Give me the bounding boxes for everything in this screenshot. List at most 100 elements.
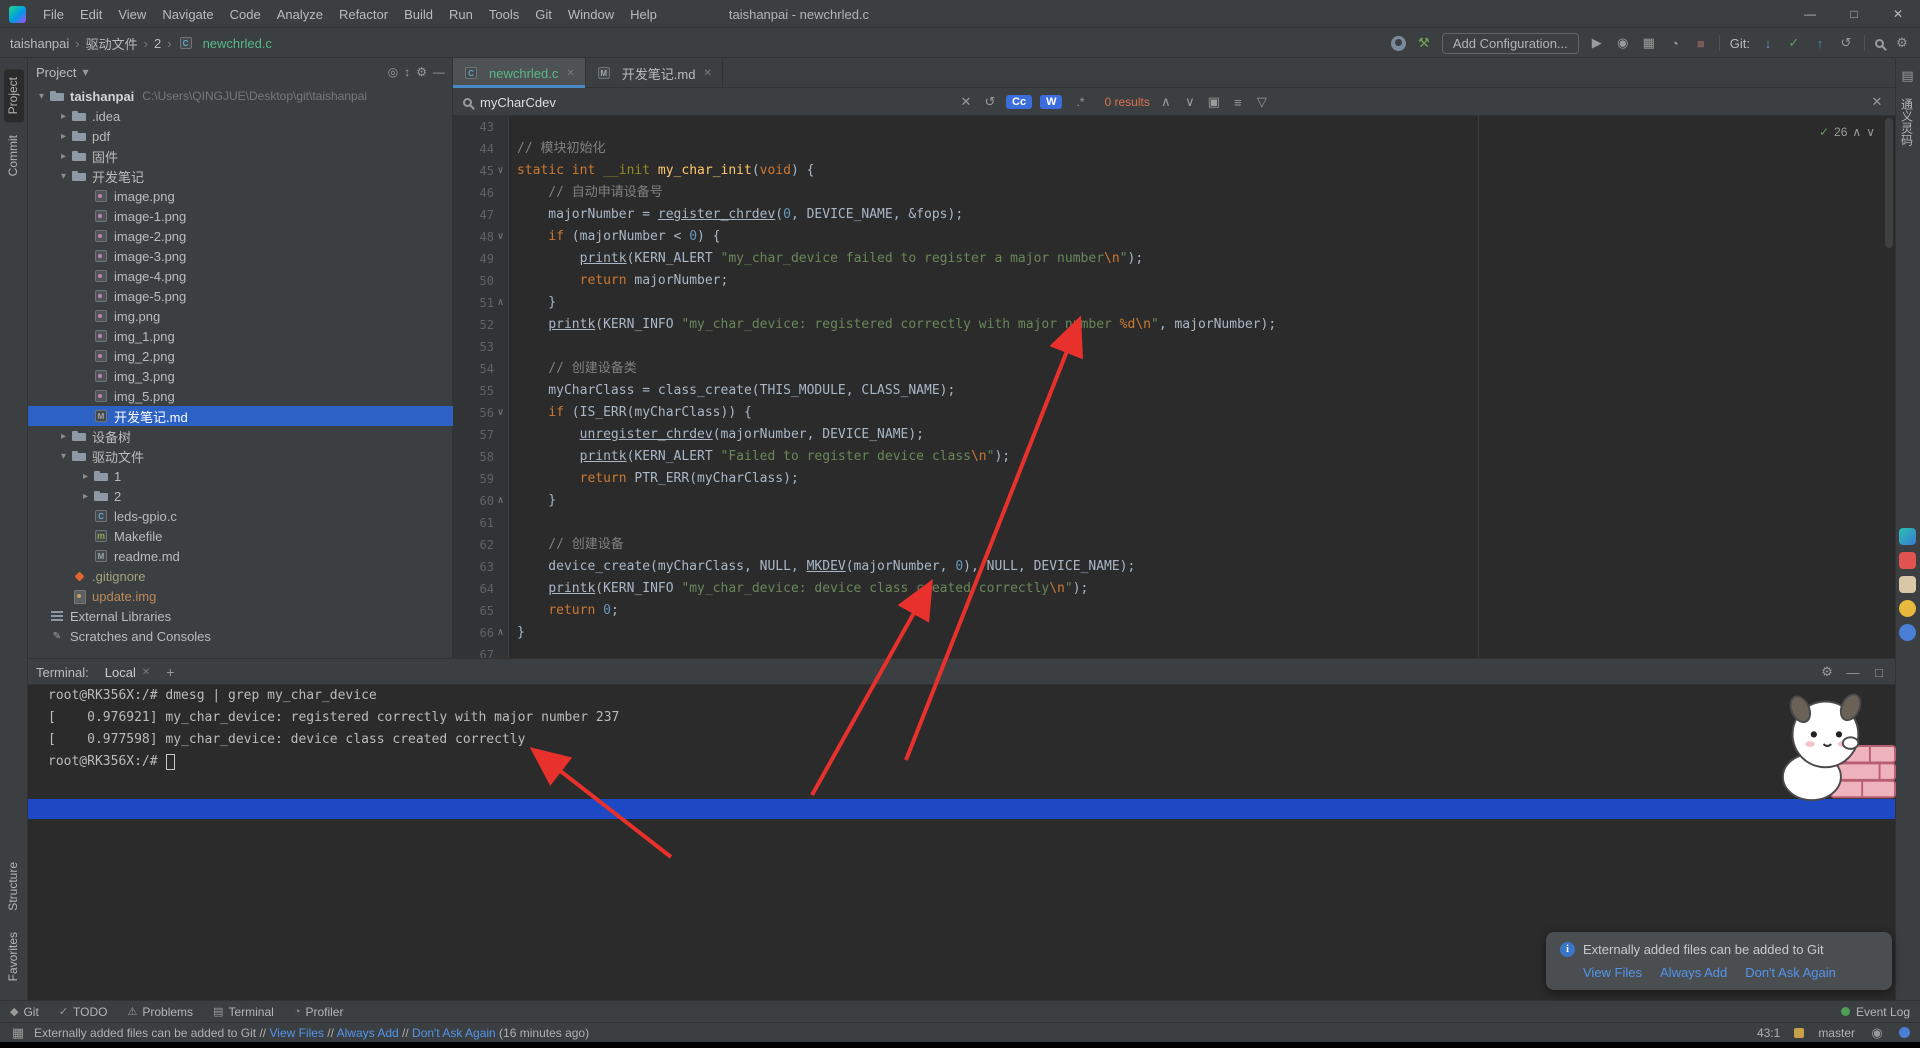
tree-node[interactable]: ▸.idea — [28, 106, 453, 126]
notification-action-link[interactable]: Always Add — [1660, 965, 1727, 980]
git-update-icon[interactable]: ↓ — [1760, 36, 1776, 51]
menu-item[interactable]: Navigate — [154, 0, 221, 28]
status-action-link[interactable]: View Files — [269, 1026, 323, 1040]
code-line[interactable]: 66∧} — [453, 622, 1895, 644]
fold-icon[interactable]: ∨ — [494, 402, 507, 424]
inspections-widget[interactable]: ✓ 26 ∧ ∨ — [1815, 120, 1879, 144]
close-icon[interactable]: ✕ — [1876, 0, 1920, 28]
chevron-right-icon[interactable]: ▸ — [56, 111, 71, 122]
tree-node[interactable]: image-2.png — [28, 226, 453, 246]
fold-icon[interactable]: ∧ — [494, 622, 507, 644]
fold-icon[interactable]: ∧ — [494, 490, 507, 512]
debug-icon[interactable]: ◉ — [1615, 35, 1631, 51]
coverage-icon[interactable]: ▦ — [1641, 35, 1657, 51]
locate-file-icon[interactable]: ◎ — [388, 65, 398, 79]
toolwindow-button-problems[interactable]: ⚠Problems — [127, 1005, 193, 1019]
code-line[interactable]: 51∧ } — [453, 292, 1895, 314]
tree-node[interactable]: ▾taishanpaiC:\Users\QINGJUE\Desktop\git\… — [28, 86, 453, 106]
editor-scrollbar[interactable] — [1884, 116, 1894, 658]
code-editor[interactable]: 4344// 模块初始化45∨static int __init my_char… — [453, 116, 1895, 658]
code-line[interactable]: 52 printk(KERN_INFO "my_char_device: reg… — [453, 314, 1895, 336]
match-case-toggle[interactable]: Cc — [1006, 95, 1032, 109]
chevron-right-icon[interactable]: ▸ — [56, 431, 71, 442]
right-tool-tab[interactable]: 通义灵码 — [1898, 92, 1918, 152]
run-icon[interactable]: ▶ — [1589, 35, 1605, 51]
menu-item[interactable]: Code — [222, 0, 269, 28]
code-line[interactable]: 47 majorNumber = register_chrdev(0, DEVI… — [453, 204, 1895, 226]
code-line[interactable]: 57 unregister_chrdev(majorNumber, DEVICE… — [453, 424, 1895, 446]
new-terminal-icon[interactable]: + — [166, 664, 174, 680]
profile-icon[interactable]: ◔ — [1667, 36, 1683, 51]
tree-node[interactable]: ▸设备树 — [28, 426, 453, 446]
code-line[interactable]: 65 return 0; — [453, 600, 1895, 622]
plugin-icon-3[interactable] — [1899, 576, 1916, 593]
menu-item[interactable]: Window — [560, 0, 622, 28]
select-all-occurrences-icon[interactable]: ▣ — [1206, 94, 1222, 110]
add-configuration-button[interactable]: Add Configuration... — [1442, 33, 1579, 54]
code-line[interactable]: 44// 模块初始化 — [453, 138, 1895, 160]
notification-action-link[interactable]: Don't Ask Again — [1745, 965, 1836, 980]
code-line[interactable]: 55 myCharClass = class_create(THIS_MODUL… — [453, 380, 1895, 402]
tree-node[interactable]: image-3.png — [28, 246, 453, 266]
terminal-tab-local[interactable]: Local ✕ — [99, 659, 156, 685]
user-avatar-icon[interactable] — [1391, 36, 1406, 51]
terminal-settings-gear-icon[interactable]: ⚙ — [1819, 664, 1835, 680]
tree-node[interactable]: img_5.png — [28, 386, 453, 406]
toolwindow-button-profiler[interactable]: ◔Profiler — [294, 1005, 344, 1019]
tree-node[interactable]: Scratches and Consoles — [28, 626, 453, 646]
code-line[interactable]: 61 — [453, 512, 1895, 534]
tree-node[interactable]: leds-gpio.c — [28, 506, 453, 526]
next-problem-icon[interactable]: ∨ — [1866, 121, 1875, 143]
search-input[interactable]: myCharCdev — [480, 95, 950, 110]
chevron-down-icon[interactable]: ▾ — [56, 451, 71, 462]
chevron-right-icon[interactable]: ▸ — [78, 491, 93, 502]
minimize-icon[interactable]: — — [1788, 0, 1832, 28]
expand-collapse-icon[interactable]: ↕ — [404, 65, 410, 79]
event-log-button[interactable]: Event Log — [1841, 1005, 1910, 1019]
lock-icon[interactable] — [1794, 1028, 1804, 1038]
fold-icon[interactable]: ∨ — [494, 226, 507, 248]
code-line[interactable]: 49 printk(KERN_ALERT "my_char_device fai… — [453, 248, 1895, 270]
terminal-cursor[interactable] — [166, 754, 175, 770]
tree-node[interactable]: 开发笔记.md — [28, 406, 453, 426]
code-line[interactable]: 53 — [453, 336, 1895, 358]
fold-icon[interactable]: ∧ — [494, 292, 507, 314]
plugin-icon-2[interactable] — [1899, 552, 1916, 569]
minimize-terminal-icon[interactable]: — — [1845, 665, 1861, 680]
code-line[interactable]: 43 — [453, 116, 1895, 138]
plugin-icon-1[interactable] — [1899, 528, 1916, 545]
toolwindow-button-terminal[interactable]: ▤Terminal — [213, 1005, 274, 1019]
tree-node[interactable]: image-4.png — [28, 266, 453, 286]
clear-search-icon[interactable]: ✕ — [958, 94, 974, 110]
menu-item[interactable]: Analyze — [269, 0, 331, 28]
tree-node[interactable]: readme.md — [28, 546, 453, 566]
tool-strip-tab[interactable]: Project — [4, 69, 24, 122]
tree-node[interactable]: ▾驱动文件 — [28, 446, 453, 466]
menu-item[interactable]: Tools — [481, 0, 527, 28]
tree-node[interactable]: ▸2 — [28, 486, 453, 506]
menu-item[interactable]: Refactor — [331, 0, 396, 28]
tool-strip-tab[interactable]: Commit — [4, 127, 24, 184]
next-occurrence-icon[interactable]: ∨ — [1182, 94, 1198, 110]
settings-gear-icon[interactable]: ⚙ — [1894, 35, 1910, 51]
tree-node[interactable]: img.png — [28, 306, 453, 326]
code-line[interactable]: 60∧ } — [453, 490, 1895, 512]
restore-terminal-icon[interactable]: □ — [1871, 665, 1887, 680]
close-terminal-tab-icon[interactable]: ✕ — [142, 667, 150, 678]
notifications-bell-icon[interactable]: ◉ — [1869, 1025, 1885, 1041]
menu-item[interactable]: Build — [396, 0, 441, 28]
code-line[interactable]: 67 — [453, 644, 1895, 658]
close-tab-icon[interactable]: ✕ — [566, 68, 574, 79]
prev-problem-icon[interactable]: ∧ — [1852, 121, 1861, 143]
menu-item[interactable]: Git — [527, 0, 560, 28]
search-filter-funnel-icon[interactable]: ▽ — [1254, 94, 1270, 110]
search-everywhere-icon[interactable] — [1875, 39, 1884, 48]
hide-panel-icon[interactable]: — — [433, 65, 445, 79]
tree-node[interactable]: ▸1 — [28, 466, 453, 486]
breadcrumb-item[interactable]: taishanpai — [10, 36, 69, 51]
chevron-right-icon[interactable]: ▸ — [56, 131, 71, 142]
maximize-icon[interactable]: □ — [1832, 0, 1876, 28]
tree-node[interactable]: ▾开发笔记 — [28, 166, 453, 186]
notification-action-link[interactable]: View Files — [1583, 965, 1642, 980]
tree-node[interactable]: .gitignore — [28, 566, 453, 586]
